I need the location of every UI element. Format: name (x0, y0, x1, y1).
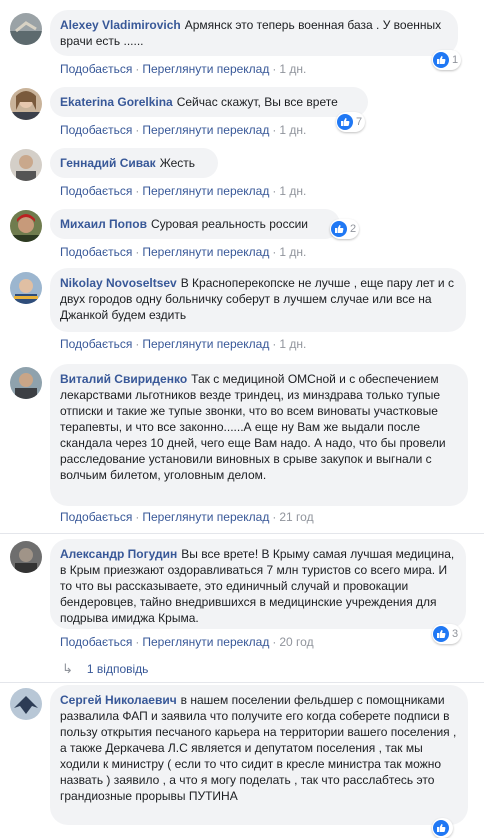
comment-text: Сейчас скажут, Вы все врете (176, 95, 338, 109)
comment-actions: Подобається · Переглянути переклад · 20 год (60, 635, 314, 649)
comment-text: Суровая реальность россии (150, 217, 309, 231)
comment-bubble: Виталий Свириденко Так с медициной ОМСной… (50, 364, 468, 506)
translate-button[interactable]: Переглянути переклад (142, 123, 269, 137)
comment-author[interactable]: Nikolay Novoseltsev (60, 276, 177, 290)
comment-author[interactable]: Сергей Николаевич (60, 693, 177, 707)
reaction-count[interactable]: 1 (432, 50, 462, 70)
comment-bubble: Ekaterina Gorelkina Сейчас скажут, Вы все… (50, 87, 368, 117)
comment-bubble: Nikolay Novoseltsev В Красноперекопске не… (50, 268, 466, 332)
avatar[interactable] (10, 149, 42, 181)
comment-time[interactable]: 21 год (279, 510, 313, 524)
comment-text: в нашем поселении фельдшер с помощниками… (60, 693, 457, 803)
avatar[interactable] (10, 210, 42, 242)
comment-bubble: Михаил Попов Суровая реальность россии (50, 209, 340, 239)
avatar[interactable] (10, 688, 42, 720)
comment-actions: Подобається · Переглянути переклад · 1 дн. (60, 62, 307, 76)
like-icon (433, 52, 449, 68)
comment-bubble: Сергей Николаевич в нашем поселении фельд… (50, 685, 468, 825)
like-icon (433, 820, 449, 836)
reaction-count[interactable]: 3 (432, 624, 462, 644)
comment-actions: Подобається · Переглянути переклад · 21 год (60, 510, 314, 524)
comment-bubble: Александр Погудин Вы все врете! В Крыму с… (50, 539, 466, 629)
translate-button[interactable]: Переглянути переклад (142, 635, 269, 649)
avatar[interactable] (10, 367, 42, 399)
comment-actions: Подобається · Переглянути переклад · 1 дн. (60, 245, 307, 259)
like-button[interactable]: Подобається (60, 635, 132, 649)
comment-author[interactable]: Александр Погудин (60, 547, 177, 561)
divider (0, 533, 484, 534)
like-button[interactable]: Подобається (60, 245, 132, 259)
like-icon (433, 626, 449, 642)
comment-time[interactable]: 1 дн. (279, 184, 306, 198)
reaction-number: 7 (356, 116, 363, 128)
view-replies-link[interactable]: ↳ 1 відповідь (62, 661, 148, 677)
comment-author[interactable]: Ekaterina Gorelkina (60, 95, 173, 109)
comment-actions: Подобається · Переглянути переклад · 1 дн. (60, 184, 307, 198)
like-button[interactable]: Подобається (60, 184, 132, 198)
comment-bubble: Alexey Vladimirovich Армянск это теперь в… (50, 10, 458, 56)
comment-bubble: Геннадий Сивак Жесть (50, 148, 218, 178)
avatar[interactable] (10, 88, 42, 120)
divider (0, 682, 484, 683)
translate-button[interactable]: Переглянути переклад (142, 337, 269, 351)
comment-time[interactable]: 1 дн. (279, 337, 306, 351)
like-icon (331, 221, 347, 237)
avatar[interactable] (10, 13, 42, 45)
comment-time[interactable]: 1 дн. (279, 123, 306, 137)
comment-actions: Подобається · Переглянути переклад · 1 дн. (60, 337, 307, 351)
replies-count: 1 відповідь (86, 662, 149, 676)
avatar[interactable] (10, 541, 42, 573)
comment-author[interactable]: Геннадий Сивак (60, 156, 156, 170)
like-button[interactable]: Подобається (60, 62, 132, 76)
comment-text: Так с медициной ОМСной и с обеспечением … (60, 372, 446, 482)
like-button[interactable]: Подобається (60, 123, 132, 137)
reply-arrow-icon: ↳ (62, 661, 73, 676)
reaction-number: 3 (452, 628, 459, 640)
comment-author[interactable]: Alexey Vladimirovich (60, 18, 181, 32)
reaction-number: 1 (452, 54, 459, 66)
reaction-count[interactable]: 2 (330, 219, 360, 239)
reaction-count[interactable] (432, 818, 453, 838)
like-button[interactable]: Подобається (60, 337, 132, 351)
reaction-count[interactable]: 7 (336, 112, 366, 132)
reaction-number: 2 (350, 223, 357, 235)
translate-button[interactable]: Переглянути переклад (142, 510, 269, 524)
like-button[interactable]: Подобається (60, 510, 132, 524)
avatar[interactable] (10, 272, 42, 304)
comment-time[interactable]: 1 дн. (279, 62, 306, 76)
comment-author[interactable]: Михаил Попов (60, 217, 147, 231)
translate-button[interactable]: Переглянути переклад (142, 62, 269, 76)
comment-time[interactable]: 20 год (279, 635, 313, 649)
translate-button[interactable]: Переглянути переклад (142, 245, 269, 259)
comment-text: Жесть (159, 156, 196, 170)
comment-actions: Подобається · Переглянути переклад · 1 дн. (60, 123, 307, 137)
comment-author[interactable]: Виталий Свириденко (60, 372, 187, 386)
like-icon (337, 114, 353, 130)
comment-time[interactable]: 1 дн. (279, 245, 306, 259)
translate-button[interactable]: Переглянути переклад (142, 184, 269, 198)
